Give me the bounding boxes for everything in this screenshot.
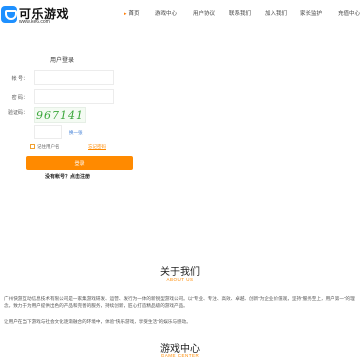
nav-item-contact[interactable]: 联系我们 (229, 9, 251, 17)
nav-item-user-agreement[interactable]: 用户协议 (193, 9, 215, 17)
about-paragraph-1: 广州快游互动信息技术有限公司是一家集游戏研发、运营、发行为一体的新锐型游戏公司。… (4, 296, 355, 308)
nav-label: 首页 (128, 11, 140, 17)
captcha-image[interactable]: 967141 (34, 107, 86, 123)
about-paragraph-2: 让用户在当下游戏与社会文化逐渐融合的环境中，体验“快乐游戏，享受生活”的娱乐与感… (4, 319, 191, 324)
password-input[interactable] (34, 89, 114, 104)
remember-label: 记住用户名 (37, 144, 60, 149)
arrow-right-icon: ▸ (124, 11, 127, 17)
nav-item-game-center[interactable]: 游戏中心 (155, 9, 177, 17)
site-header: 可乐游戏 www.ke6.com ▸ 首页 游戏中心 用户协议 联系我们 加入我们… (0, 0, 360, 30)
password-label: 密 码： (11, 95, 28, 101)
logo-icon[interactable] (1, 6, 17, 23)
nav-item-home[interactable]: ▸ 首页 (124, 9, 140, 17)
game-center-subtitle: GAME CENTER (160, 353, 200, 358)
nav-item-join[interactable]: 加入我们 (265, 9, 287, 17)
account-input[interactable] (34, 70, 114, 85)
account-label: 帐 号： (11, 76, 28, 82)
nav-item-parental[interactable]: 家长监护 (300, 9, 322, 17)
nav-item-recharge[interactable]: 充值中心 (338, 9, 360, 17)
refresh-captcha-link[interactable]: 换一张 (69, 130, 83, 136)
login-title: 用户登录 (50, 58, 75, 64)
login-button[interactable]: 登录 (26, 156, 133, 170)
about-title: 关于我们 (160, 267, 200, 278)
captcha-input[interactable] (34, 125, 62, 139)
remember-checkbox[interactable] (30, 144, 35, 149)
captcha-text: 967141 (36, 108, 84, 122)
captcha-label: 验证码： (7, 110, 28, 116)
forgot-password-link[interactable]: 忘记密码 (88, 144, 106, 150)
register-link[interactable]: 没有帐号？点击注册 (45, 173, 90, 180)
logo-url: www.ke6.com (19, 19, 50, 25)
about-subtitle: ABOUT US (166, 277, 194, 282)
